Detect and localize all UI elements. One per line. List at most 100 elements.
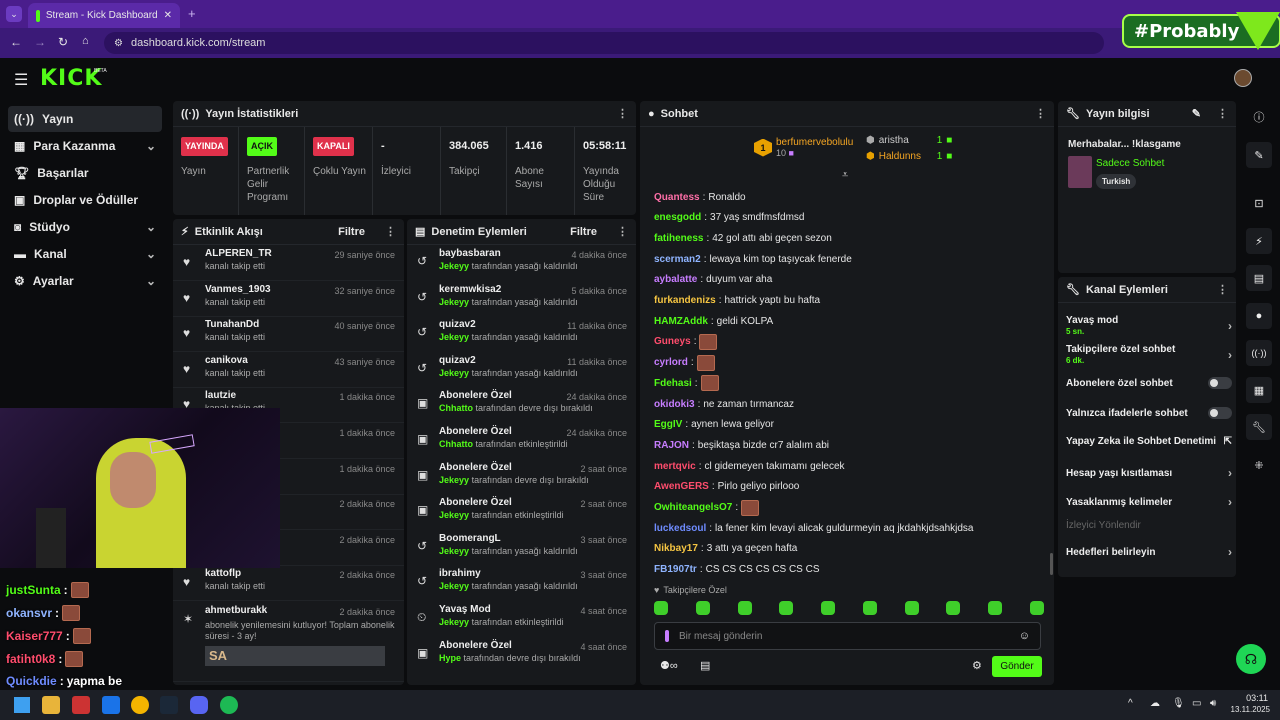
more-options-icon[interactable]: ⋮	[617, 107, 628, 120]
category-link[interactable]: Sadece Sohbet	[1096, 158, 1164, 169]
browser-tab[interactable]: Stream - Kick Dashboard ✕	[28, 3, 180, 28]
chat-message[interactable]: EggIV: aynen lewa geliyor	[654, 417, 774, 433]
menu-icon[interactable]: ☰	[14, 70, 28, 90]
sidebar-item-yayin[interactable]: ((·)) Yayın	[8, 106, 162, 132]
sidebar-item-droplar[interactable]: ▣ Droplar ve Ödüller	[8, 187, 162, 213]
calendar-app-icon[interactable]	[72, 696, 90, 714]
cloud-sync-icon[interactable]: ☁	[1150, 698, 1160, 709]
chat-message[interactable]: RAJON: beşiktaşa bizde cr7 alalım abi	[654, 437, 829, 453]
reload-icon[interactable]: ↻	[58, 35, 68, 49]
account-age-row[interactable]: Hesap yaşı kısıtlaması ›	[1066, 466, 1232, 480]
edit-icon[interactable]: ✎	[1192, 107, 1201, 120]
more-options-icon[interactable]: ⋮	[1035, 107, 1046, 120]
tab-search-icon[interactable]: ⌄	[6, 6, 22, 22]
chat-message[interactable]: cyrlord:	[654, 354, 715, 371]
chat-bubble-icon[interactable]: ●	[1246, 303, 1272, 329]
chat-message[interactable]: FB1907tr: CS CS CS CS CS CS CS	[654, 562, 820, 578]
chat-username[interactable]: AwenGERS	[654, 481, 709, 492]
top-gifter-2[interactable]: ⬢ aristha 1 ■	[866, 135, 952, 146]
emote-button[interactable]	[946, 601, 961, 615]
activity-item[interactable]: ♥ TunahanDd kanalı takip etti 40 saniye …	[173, 316, 404, 353]
sidebar-item-studyo[interactable]: ◙ Stüdyo ⌄	[8, 214, 162, 240]
moderation-item[interactable]: ↺ keremwkisa2 Jekeyy tarafından yasağı k…	[407, 281, 636, 317]
close-tab-icon[interactable]: ✕	[164, 10, 172, 21]
emotes-only-toggle[interactable]	[1208, 407, 1232, 419]
more-options-icon[interactable]: ⋮	[1217, 107, 1228, 120]
goals-row[interactable]: Hedefleri belirleyin ›	[1066, 545, 1232, 559]
moderation-item[interactable]: ▣ Abonelere Özel Jekeyy tarafından devre…	[407, 459, 636, 495]
add-widget-icon[interactable]: ⁜	[1246, 452, 1272, 478]
moderation-item[interactable]: ▣ Abonelere Özel Chhatto tarafından devr…	[407, 387, 636, 423]
chat-username[interactable]: okidoki3	[654, 399, 695, 410]
chat-username[interactable]: HAMZAddk	[654, 316, 708, 327]
layout-icon[interactable]: ▦	[1246, 377, 1272, 403]
filter-button[interactable]: Filtre	[570, 226, 597, 238]
activity-item[interactable]: ♥ ALPEREN_TR kanalı takip etti 29 saniye…	[173, 245, 404, 281]
chat-username[interactable]: aybalatte	[654, 274, 697, 285]
emoji-icon[interactable]: ☺	[1019, 630, 1030, 642]
chat-input[interactable]: Bir mesaj gönderin ☺	[654, 622, 1041, 650]
windows-start-icon[interactable]	[14, 697, 30, 713]
emote-button[interactable]	[821, 601, 836, 615]
chat-username[interactable]: Fdehasi	[654, 378, 692, 389]
slow-mode-row[interactable]: Yavaş mod 5 sn. ›	[1066, 315, 1232, 337]
chat-message[interactable]: HAMZAddk: geldi KOLPA	[654, 313, 773, 329]
info-icon[interactable]: ⓘ	[1246, 104, 1272, 130]
file-explorer-icon[interactable]	[42, 696, 60, 714]
chat-username[interactable]: cyrlord	[654, 357, 688, 368]
subscribers-only-toggle[interactable]	[1208, 377, 1232, 389]
chat-username[interactable]: OwhiteangelsO7	[654, 502, 732, 513]
moderation-item[interactable]: ↺ ibrahimy Jekeyy tarafından yasağı kald…	[407, 565, 636, 601]
banned-words-row[interactable]: Yasaklanmış kelimeler ›	[1066, 495, 1232, 509]
volume-icon[interactable]: 🔊︎	[1210, 698, 1216, 709]
emote-button[interactable]	[988, 601, 1003, 615]
chat-username[interactable]: RAJON	[654, 440, 689, 451]
moderation-item[interactable]: ▣ Abonelere Özel Jekeyy tarafından etkin…	[407, 494, 636, 530]
emote-button[interactable]	[862, 601, 877, 615]
more-options-icon[interactable]: ⋮	[385, 225, 396, 238]
chrome-icon[interactable]	[131, 696, 149, 714]
chat-username[interactable]: scerman2	[654, 254, 701, 265]
sidebar-item-para-kazanma[interactable]: ▦ Para Kazanma ⌄	[8, 133, 162, 159]
more-options-icon[interactable]: ⋮	[1217, 283, 1228, 296]
chat-message[interactable]: Guneys:	[654, 333, 718, 350]
moderation-item[interactable]: ▣ Abonelere Özel Hype tarafından devre d…	[407, 637, 636, 673]
send-button[interactable]: Gönder	[992, 656, 1042, 677]
tray-chevron-icon[interactable]: ^	[1128, 698, 1133, 709]
category-thumbnail[interactable]	[1068, 156, 1092, 188]
clock-date[interactable]: 13.11.2025	[1222, 705, 1270, 714]
chat-username[interactable]: mertqvic	[654, 461, 696, 472]
store-icon[interactable]: ▤	[700, 659, 710, 672]
collapse-icon[interactable]: ⩡	[842, 169, 848, 182]
forward-icon[interactable]: →	[34, 35, 46, 49]
top-gifter-1[interactable]: 1 berfumervebolulu 10 ■	[754, 137, 853, 158]
chat-message[interactable]: Nikbay17:3 attı ya geçen hafta	[654, 541, 797, 557]
emote-button[interactable]	[904, 601, 919, 615]
chat-username[interactable]: Guneys	[654, 336, 691, 347]
chat-username[interactable]: enesgodd	[654, 212, 701, 223]
mic-tray-icon[interactable]: 🎙︎	[1172, 698, 1185, 709]
chat-username[interactable]: EggIV	[654, 419, 682, 430]
moderation-item[interactable]: ▣ Abonelere Özel Chhatto tarafından etki…	[407, 423, 636, 459]
chat-username[interactable]: fatiheness	[654, 233, 703, 244]
tag-chip[interactable]: Turkish	[1096, 174, 1137, 189]
address-bar[interactable]: ⚙ dashboard.kick.com/stream	[104, 32, 1104, 54]
chat-message[interactable]: Fdehasi:	[654, 375, 719, 392]
emote-button[interactable]	[654, 601, 668, 615]
avatar[interactable]	[1234, 69, 1252, 87]
edit-icon[interactable]: ✎	[1246, 142, 1272, 168]
chat-username[interactable]: furkandenizs	[654, 295, 716, 306]
chat-message[interactable]: Quantess: Ronaldo	[654, 189, 746, 205]
moderation-item[interactable]: ↺ quizav2 Jekeyy tarafından yasağı kaldı…	[407, 352, 636, 388]
chat-message[interactable]: aybalatte: duyum var aha	[654, 272, 772, 288]
back-icon[interactable]: ←	[10, 35, 22, 49]
support-icon[interactable]: ☊	[1236, 644, 1266, 674]
chat-message[interactable]: furkandenizs: hattrick yaptı bu hafta	[654, 293, 820, 309]
chat-message[interactable]: scerman2: lewaya kim top taşıycak fenerde	[654, 251, 852, 267]
sidebar-item-ayarlar[interactable]: ⚙ Ayarlar ⌄	[8, 268, 162, 294]
new-tab-icon[interactable]: +	[188, 6, 196, 21]
chat-username[interactable]: FB1907tr	[654, 564, 697, 575]
chat-message[interactable]: enesgodd:37 yaş smdfmsfdmsd	[654, 210, 805, 226]
chat-message[interactable]: luckedsoul: la fener kim levayi alicak gu…	[654, 520, 974, 536]
top-gifter-3[interactable]: ⬢ Haldunns 1 ■	[866, 151, 952, 162]
